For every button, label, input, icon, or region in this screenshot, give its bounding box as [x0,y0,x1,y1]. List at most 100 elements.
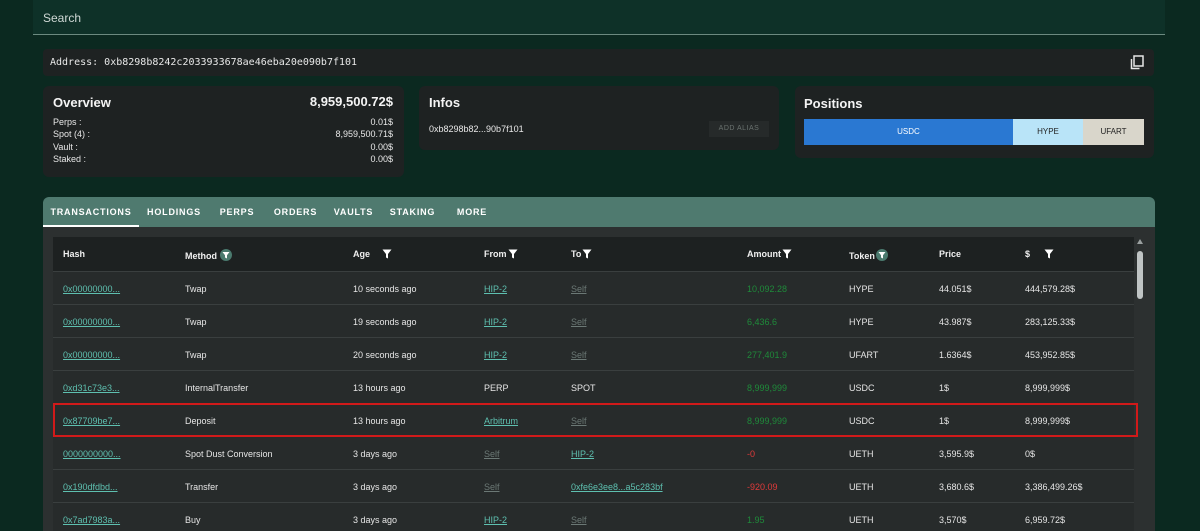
from-link[interactable]: HIP-2 [484,350,507,360]
token-cell: UETH [849,515,874,525]
token-cell: HYPE [849,317,874,327]
header-age: Age [353,249,371,259]
age-cell: 3 days ago [353,515,398,525]
header-price: Price [939,249,962,259]
price-cell: 1$ [939,383,950,393]
to-cell: SPOT [571,383,596,393]
overview-label: Staked : [53,154,87,164]
hash-link[interactable]: 0xd31c73e3... [63,383,120,393]
table-row: 0x00000000... Twap 10 seconds ago HIP-2 … [53,271,1134,304]
amount-cell: 1.95 [747,515,765,525]
header-hash: Hash [63,249,86,259]
hash-link[interactable]: 0x190dfdbd... [63,482,118,492]
hash-link[interactable]: 0x00000000... [63,317,120,327]
header-age-group: Age [353,249,392,259]
add-alias-button[interactable]: ADD ALIAS [709,121,769,137]
tab-orders[interactable]: ORDERS [265,197,326,227]
amount-cell: -0 [747,449,756,459]
tab-transactions[interactable]: TRANSACTIONS [43,197,139,227]
filter-icon[interactable] [875,249,888,261]
positions-card: Positions USDC HYPE UFART [795,86,1154,158]
hash-link[interactable]: 0000000000... [63,449,121,459]
usd-cell: 3,386,499.26$ [1025,482,1083,492]
scroll-up-arrow-icon[interactable] [1137,239,1143,244]
from-link[interactable]: HIP-2 [484,317,507,327]
method-cell: Spot Dust Conversion [185,449,273,459]
search-input[interactable]: Search [33,0,1165,35]
table-row: 0000000000... Spot Dust Conversion 3 day… [53,436,1134,469]
address-text: Address: 0xb8298b8242c2033933678ae46eba2… [50,57,358,68]
from-link[interactable]: HIP-2 [484,284,507,294]
table-row: 0xd31c73e3... InternalTransfer 13 hours … [53,370,1134,403]
hash-link[interactable]: 0x00000000... [63,284,120,294]
position-bar-ufart[interactable]: UFART [1083,119,1144,145]
method-cell: Twap [185,317,207,327]
search-label: Search [43,11,82,25]
header-from-group: From [484,249,518,259]
to-link[interactable]: Self [571,515,587,525]
tab-more[interactable]: MORE [444,197,500,227]
overview-row-vault: Vault : 0.00$ [53,142,393,154]
method-cell: Buy [185,515,201,525]
to-link[interactable]: HIP-2 [571,449,594,459]
amount-cell: -920.09 [747,482,778,492]
infos-card: Infos 0xb8298b82...90b7f101 ADD ALIAS [419,86,779,150]
header-from: From [484,249,507,259]
overview-row-spot: Spot (4) : 8,959,500.71$ [53,129,393,141]
table-row: 0x00000000... Twap 20 seconds ago HIP-2 … [53,337,1134,370]
price-cell: 3,595.9$ [939,449,975,459]
to-link[interactable]: Self [571,317,587,327]
from-link[interactable]: Self [484,482,500,492]
from-link[interactable]: HIP-2 [484,515,507,525]
infos-address: 0xb8298b82...90b7f101 [429,124,524,134]
to-link[interactable]: Self [571,350,587,360]
token-cell: UETH [849,449,874,459]
header-to: To [571,249,582,259]
table-scrollbar[interactable] [1136,237,1144,531]
header-usd: $ [1025,249,1031,259]
filter-icon[interactable] [782,249,792,259]
to-link[interactable]: 0xfe6e3ee8...a5c283bf [571,482,663,492]
overview-label: Perps : [53,117,82,127]
price-cell: 1.6364$ [939,350,972,360]
table-header: Hash Method Age From To Amount Token Pri… [53,237,1134,271]
address-bar: Address: 0xb8298b8242c2033933678ae46eba2… [43,49,1154,76]
age-cell: 10 seconds ago [353,284,417,294]
copy-icon[interactable] [1130,55,1144,70]
table-row: 0x00000000... Twap 19 seconds ago HIP-2 … [53,304,1134,337]
price-cell: 3,570$ [939,515,967,525]
hash-link[interactable]: 0x7ad7983a... [63,515,120,525]
usd-cell: 453,952.85$ [1025,350,1076,360]
filter-icon[interactable] [1044,249,1054,259]
filter-icon[interactable] [220,249,232,261]
position-bar-hype[interactable]: HYPE [1013,119,1083,145]
row-highlight-box [53,403,1138,437]
filter-icon[interactable] [508,249,518,259]
token-cell: USDC [849,383,875,393]
to-link[interactable]: Self [571,284,587,294]
infos-title: Infos [429,95,461,110]
from-link[interactable]: Self [484,449,500,459]
hash-link[interactable]: 0x00000000... [63,350,120,360]
table-row: 0x190dfdbd... Transfer 3 days ago Self 0… [53,469,1134,502]
transactions-panel: Hash Method Age From To Amount Token Pri… [43,227,1155,531]
header-amount-group: Amount [747,249,792,259]
tab-vaults[interactable]: VAULTS [326,197,381,227]
filter-icon[interactable] [382,249,392,259]
filter-icon[interactable] [582,249,592,259]
usd-cell: 6,959.72$ [1025,515,1066,525]
usd-cell: 283,125.33$ [1025,317,1076,327]
overview-total: 8,959,500.72$ [309,94,393,109]
overview-row-staked: Staked : 0.00$ [53,154,393,166]
position-bar-usdc[interactable]: USDC [804,119,1013,145]
age-cell: 13 hours ago [353,383,406,393]
price-cell: 3,680.6$ [939,482,975,492]
header-token: Token [849,251,875,261]
scroll-thumb[interactable] [1137,251,1143,299]
tab-holdings[interactable]: HOLDINGS [139,197,209,227]
tab-perps[interactable]: PERPS [209,197,265,227]
usd-cell: 0$ [1025,449,1036,459]
header-to-group: To [571,249,592,259]
table-row: 0x7ad7983a... Buy 3 days ago HIP-2 Self … [53,502,1134,531]
tab-staking[interactable]: STAKING [381,197,444,227]
